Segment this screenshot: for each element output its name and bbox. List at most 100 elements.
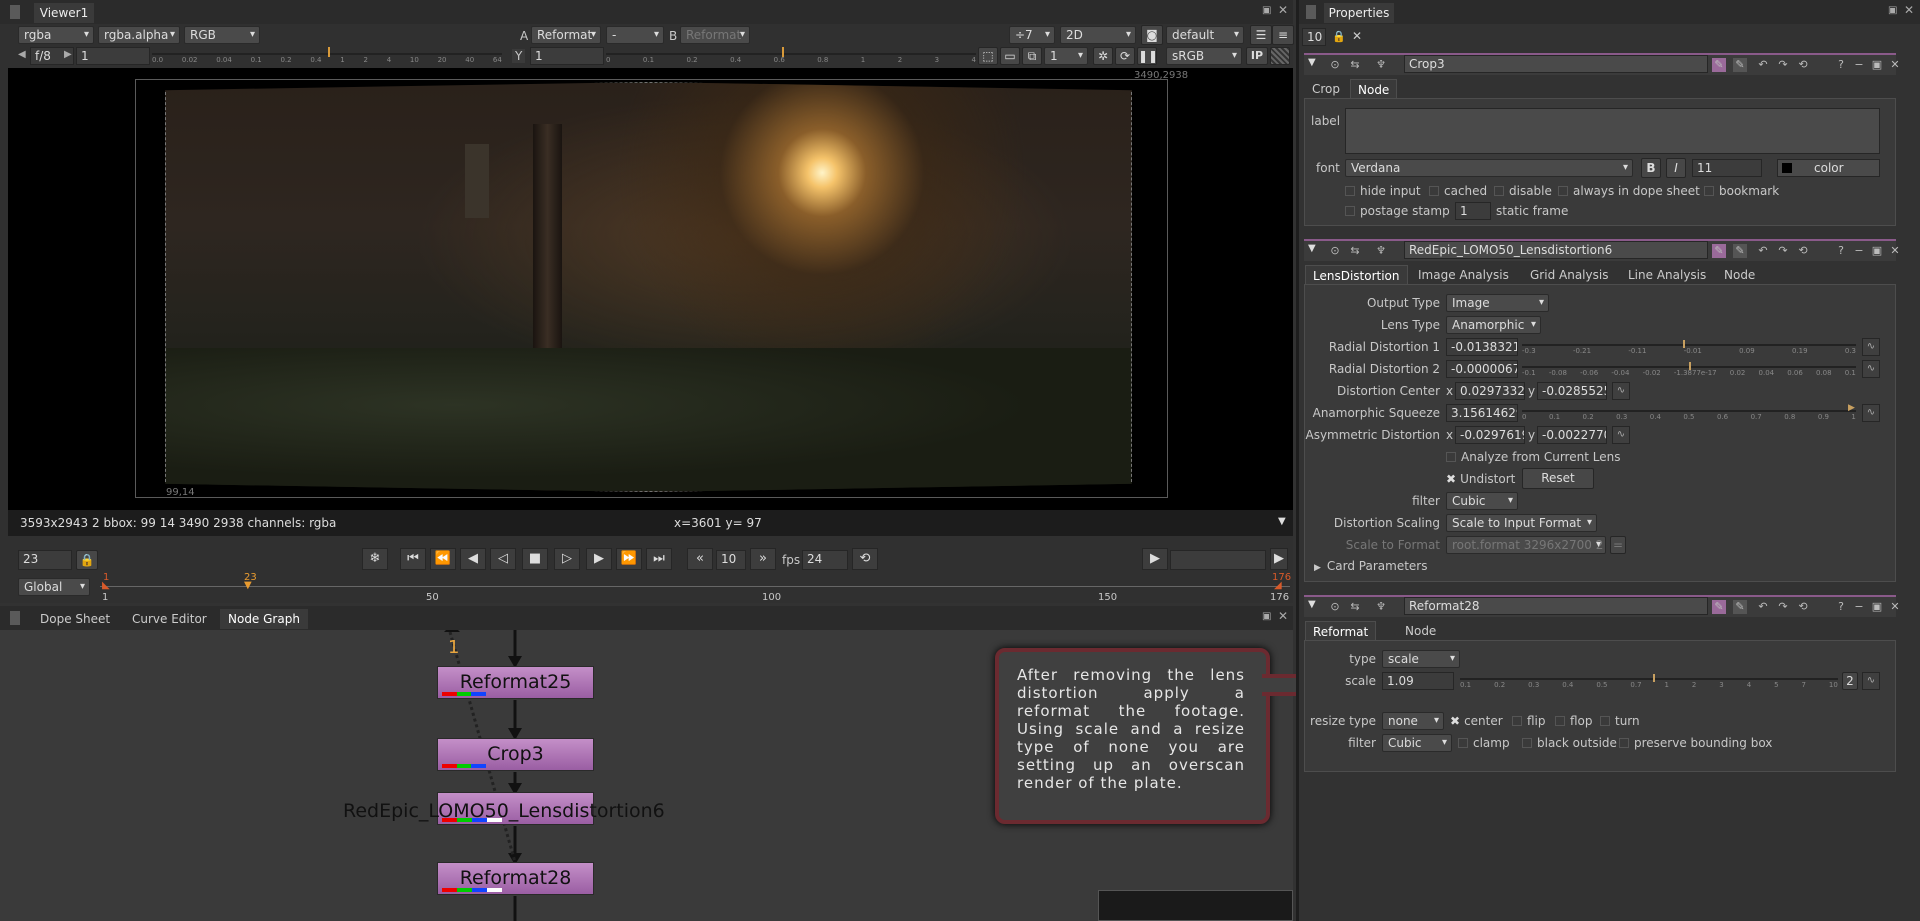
redo-icon[interactable]: ↷ — [1776, 244, 1790, 258]
collapse-icon[interactable]: ▼ — [1308, 243, 1316, 254]
a-input-dropdown[interactable]: Reformat — [531, 26, 601, 44]
flipbook-icon[interactable]: ▶ — [1142, 548, 1168, 570]
always-in-dope-sheet-checkbox[interactable]: always in dope sheet — [1558, 184, 1700, 198]
channels-dropdown[interactable]: rgba — [18, 26, 94, 44]
properties-tab[interactable]: Properties — [1324, 3, 1394, 23]
undo-icon[interactable]: ↶ — [1756, 244, 1770, 258]
node-reformat28[interactable]: Reformat28 — [437, 862, 594, 895]
black-outside-checkbox[interactable]: black outside — [1522, 736, 1617, 750]
lens-type-dropdown[interactable]: Anamorphic — [1446, 316, 1541, 334]
card-parameters-group[interactable]: ▶ Card Parameters — [1314, 559, 1428, 573]
collapse-icon[interactable]: ▼ — [1308, 57, 1316, 68]
node-crop3[interactable]: Crop3 — [437, 738, 594, 771]
tab-node[interactable]: Node — [1717, 265, 1762, 285]
collapse-icon[interactable]: ▼ — [1308, 599, 1316, 610]
proxy-dropdown[interactable]: ÷7 — [1009, 26, 1055, 44]
scale-to-format-dropdown[interactable]: root.format 3296x2700 2 — [1446, 536, 1606, 554]
tab-dope-sheet[interactable]: Dope Sheet — [32, 609, 118, 629]
node-reformat25[interactable]: Reformat25 — [437, 666, 594, 699]
float-icon[interactable]: ▣ — [1870, 244, 1884, 258]
close-panel-icon[interactable]: ✕ — [1278, 3, 1288, 17]
tab-node[interactable]: Node — [1398, 621, 1443, 641]
animation-curve-icon[interactable]: ∿ — [1612, 426, 1630, 444]
minimap[interactable] — [1098, 890, 1293, 921]
revert-icon[interactable]: ⟲ — [1796, 244, 1810, 258]
close-panel-icon[interactable]: ✕ — [1278, 609, 1288, 623]
revert-icon[interactable]: ⟲ — [1796, 58, 1810, 72]
animation-curve-icon[interactable]: ∿ — [1612, 382, 1630, 400]
help-icon[interactable]: ? — [1834, 58, 1848, 72]
tab-node[interactable]: Node — [1350, 79, 1398, 99]
animation-curve-icon[interactable]: ∿ — [1862, 338, 1880, 356]
undistort-checkbox[interactable]: ✖ Undistort — [1446, 472, 1515, 486]
viewer-settings-icon[interactable]: ☰ — [1250, 25, 1272, 45]
tab-crop[interactable]: Crop — [1305, 79, 1347, 99]
type-dropdown[interactable]: scale — [1382, 650, 1460, 668]
b-input-dropdown[interactable]: Reformat — [680, 26, 750, 44]
distortion-center-y-field[interactable]: -0.0285525 — [1537, 382, 1607, 400]
flip-checkbox[interactable]: flip — [1512, 714, 1546, 728]
float-icon[interactable]: ▣ — [1870, 58, 1884, 72]
panel-grip-icon[interactable] — [10, 611, 20, 625]
info-expand-icon[interactable]: ▼ — [1278, 516, 1286, 527]
resize-type-dropdown[interactable]: none — [1382, 712, 1444, 730]
label-textarea[interactable] — [1345, 108, 1880, 154]
node-color-icon[interactable]: ✎ — [1712, 600, 1726, 614]
close-icon[interactable]: ✕ — [1888, 244, 1902, 258]
radial-distortion-1-field[interactable]: -0.0138321 — [1446, 338, 1518, 356]
preserve-bounding-box-checkbox[interactable]: preserve bounding box — [1619, 736, 1772, 750]
gain-field[interactable]: 1 — [76, 47, 150, 65]
float-panel-icon[interactable]: ▣ — [1262, 5, 1272, 16]
scale-field[interactable]: 1.09 — [1382, 672, 1454, 690]
asymmetric-distortion-y-field[interactable]: -0.00227702 — [1537, 426, 1607, 444]
fps-field[interactable]: 24 — [802, 550, 848, 570]
float-panel-icon[interactable]: ▣ — [1262, 611, 1271, 622]
viewer-stripes-icon[interactable] — [1270, 47, 1290, 65]
font-size-field[interactable]: 11 — [1692, 159, 1762, 177]
clamp-checkbox[interactable]: clamp — [1458, 736, 1510, 750]
gamma-field[interactable]: 1 — [530, 47, 604, 65]
panel-grip-icon[interactable] — [10, 5, 20, 19]
close-icon[interactable]: ✕ — [1888, 58, 1902, 72]
redo-icon[interactable]: ↷ — [1776, 58, 1790, 72]
display-style-dropdown[interactable]: RGB — [184, 26, 260, 44]
pause-render-icon[interactable]: ✲ — [1093, 47, 1113, 65]
go-to-end-icon[interactable]: ⏭ — [646, 548, 672, 570]
color-button[interactable]: color — [1777, 159, 1880, 177]
minimize-icon[interactable]: − — [1852, 600, 1866, 614]
node-color2-icon[interactable]: ✎ — [1733, 58, 1747, 72]
static-frame-field[interactable]: 1 — [1455, 202, 1491, 220]
radial-distortion-2-slider[interactable]: -0.1 -0.08 -0.06 -0.04 -0.02 -1.3877e-17 0.02 0… — [1522, 360, 1856, 378]
center-node-icon[interactable]: ⇆ — [1348, 600, 1362, 614]
tab-node-graph[interactable]: Node Graph — [220, 609, 308, 629]
undo-icon[interactable]: ↶ — [1756, 58, 1770, 72]
overlay-icon[interactable]: ⧉ — [1022, 47, 1042, 65]
go-to-start-icon[interactable]: ⏮ — [400, 548, 426, 570]
help-icon[interactable]: ? — [1834, 244, 1848, 258]
turn-checkbox[interactable]: turn — [1600, 714, 1640, 728]
gamma-slider-handle[interactable] — [782, 47, 784, 57]
step-forward-icon[interactable]: ▶ — [586, 548, 612, 570]
compare-op-dropdown[interactable]: - — [606, 26, 664, 44]
viewer-menu-icon[interactable]: ≡ — [1272, 25, 1294, 45]
radial-distortion-2-field[interactable]: -0.00000673 — [1446, 360, 1518, 378]
distortion-scaling-dropdown[interactable]: Scale to Input Format — [1446, 514, 1597, 532]
view-node-icon[interactable]: ⊙ — [1328, 244, 1342, 258]
node-color2-icon[interactable]: ✎ — [1733, 244, 1747, 258]
tab-reformat[interactable]: Reformat — [1305, 621, 1377, 641]
max-panels-field[interactable]: 10 — [1302, 28, 1326, 46]
italic-button[interactable]: I — [1666, 158, 1686, 178]
output-type-dropdown[interactable]: Image — [1446, 294, 1549, 312]
viewport[interactable]: 3490,2938 99,14 — [8, 68, 1293, 510]
safe-area-icon[interactable]: ▭ — [1000, 47, 1020, 65]
view-node-icon[interactable]: ⊙ — [1328, 58, 1342, 72]
tab-line-analysis[interactable]: Line Analysis — [1621, 265, 1713, 285]
filter-dropdown[interactable]: Cubic — [1446, 492, 1518, 510]
slider-handle[interactable] — [1683, 340, 1685, 348]
flipbook-end-icon[interactable]: ▶ — [1270, 548, 1288, 570]
bookmark-checkbox[interactable]: bookmark — [1704, 184, 1779, 198]
animation-curve-icon[interactable]: ∿ — [1862, 360, 1880, 378]
node-color-icon[interactable]: ✎ — [1712, 244, 1726, 258]
clear-panels-icon[interactable]: ✕ — [1352, 29, 1362, 43]
node-color-icon[interactable]: ✎ — [1712, 58, 1726, 72]
